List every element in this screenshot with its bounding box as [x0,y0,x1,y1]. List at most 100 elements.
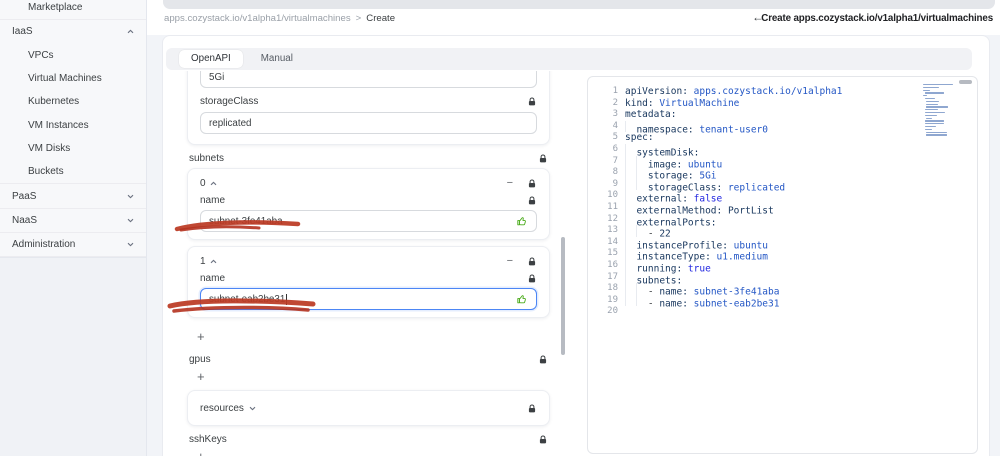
indent-guide [625,248,636,260]
lock-icon[interactable] [527,178,537,189]
sidebar-item-vm-instances[interactable]: VM Instances [0,113,146,136]
token-str: VirtualMachine [653,97,740,109]
token-bool: true [682,263,711,275]
storage-value: 5Gi [209,71,225,83]
lock-icon[interactable] [527,273,537,284]
lock-icon[interactable] [527,96,537,107]
line-content: namespace: tenant-user0 [625,120,768,135]
minimap-line [924,114,937,117]
subnet-0-collapse-header[interactable]: 0− [200,176,537,191]
ssh-keys-label: sshKeys [189,433,227,445]
line-content: external: false [625,190,722,205]
line-number: 17 [607,271,618,282]
form-scrollbar-thumb[interactable] [561,237,565,355]
sidebar-empty-area [0,257,146,456]
storage-class-value: replicated [209,117,252,129]
code-line: 2 kind: VirtualMachine [588,98,977,110]
sidebar-item-vpcs[interactable]: VPCs [0,44,146,67]
line-content: systemDisk: [625,143,699,159]
editor-minimap[interactable] [923,84,963,140]
minimap-line [924,120,944,122]
line-number: 7 [612,155,618,166]
subnet-list: 0− name subnet-3fe41aba 1− name subnet-eab2be… [187,168,550,318]
code-line: 11 externalMethod: PortList [588,201,977,217]
subnet-name-value: subnet-eab2be31 [209,293,286,305]
token-key: apiVersion: [625,86,688,97]
indent-guide [625,155,636,168]
indent-guide [636,167,647,179]
tab-openapi[interactable]: OpenAPI [179,50,243,68]
tab-manual[interactable]: Manual [249,50,305,68]
remove-subnet-button[interactable]: − [507,256,513,267]
code-line: 8 storage: 5Gi [588,167,977,182]
indent-guide [625,201,636,214]
sidebar-item-vm-disks[interactable]: VM Disks [0,137,146,160]
indent-guide [636,178,647,191]
storage-input[interactable]: 5Gi [200,71,537,88]
sidebar-item-label: Kubernetes [28,96,80,108]
code-line: 5 spec: [588,132,977,144]
sidebar-item-label: Marketplace [28,2,83,14]
sidebar-item-naas[interactable]: NaaS [0,209,146,232]
subnet-name-input-1[interactable]: subnet-eab2be31 [200,288,537,310]
breadcrumb-path-link[interactable]: apps.cozystack.io/v1alpha1/virtualmachin… [164,13,351,24]
sidebar-item-label: VM Disks [28,142,71,154]
yaml-editor[interactable]: 1 apiVersion: apps.cozystack.io/v1alpha1 2… [587,76,978,454]
sidebar-item-paas[interactable]: PaaS [0,184,146,207]
line-content: image: ubuntu [625,155,722,170]
storage-class-input[interactable]: replicated [200,112,537,134]
sidebar-item-label: Virtual Machines [28,73,102,85]
indent-guide [625,259,636,272]
resources-card: resources [187,390,550,426]
lock-icon[interactable] [527,256,537,267]
code-line: 3 metadata: [588,109,977,121]
token-pln: - [647,298,660,310]
minimap-line [923,95,927,97]
subnet-name-value: subnet-3fe41aba [209,215,283,227]
subnet-index: 0 [200,178,206,189]
sidebar-item-administration[interactable]: Administration [0,233,146,256]
line-content: storage: 5Gi [625,167,717,182]
sidebar-item-kubernetes[interactable]: Kubernetes [0,90,146,113]
token-str: apps.cozystack.io/v1alpha1 [687,86,843,97]
line-number: 2 [612,97,618,108]
code-line: 1 apiVersion: apps.cozystack.io/v1alpha1 [588,86,977,98]
line-number: 6 [612,143,618,154]
add-gpu-button[interactable]: + [187,368,550,384]
sidebar-item-marketplace[interactable]: Marketplace [0,0,146,19]
lock-icon[interactable] [538,153,548,164]
editor-scrollbar-thumb[interactable] [959,80,972,84]
chevron-up-icon [210,259,217,264]
remove-subnet-button[interactable]: − [507,178,513,189]
resources-expander[interactable]: resources [200,400,537,416]
add-ssh-key-button[interactable]: + [187,448,550,456]
lock-icon[interactable] [527,403,537,414]
sidebar-item-label: NaaS [12,214,38,226]
sidebar-item-label: Buckets [28,166,64,178]
sidebar-item-virtual-machines[interactable]: Virtual Machines [0,67,146,90]
code-line: 18 - name: subnet-3fe41aba [588,283,977,298]
line-content: subnets: [625,271,682,286]
add-subnet-button[interactable]: + [187,328,550,344]
subnet-1-collapse-header[interactable]: 1− [200,254,537,269]
thumbs-up-icon[interactable] [516,215,528,227]
lock-icon[interactable] [538,354,548,365]
token-key: spec: [625,132,654,144]
code-line: 13 - 22 [588,225,977,240]
indent-guide [636,225,647,237]
subnet-card-0: 0− name subnet-3fe41aba [187,168,550,240]
indent-guide [625,294,636,307]
chevron-down-icon [127,218,134,223]
subnet-card-1: 1− name subnet-eab2be31 [187,246,550,318]
subnet-name-input-0[interactable]: subnet-3fe41aba [200,210,537,232]
storage-class-label: storageClass [200,96,259,107]
yaml-code[interactable]: 1 apiVersion: apps.cozystack.io/v1alpha1 2… [588,86,977,318]
code-line: 7 image: ubuntu [588,155,977,170]
sidebar-item-label: PaaS [12,190,37,202]
lock-icon[interactable] [527,195,537,206]
sidebar-item-iaas[interactable]: IaaS [0,20,146,43]
sidebar-item-buckets[interactable]: Buckets [0,160,146,183]
lock-icon[interactable] [538,434,548,445]
thumbs-up-icon[interactable] [516,293,528,305]
indent-guide [636,283,647,295]
